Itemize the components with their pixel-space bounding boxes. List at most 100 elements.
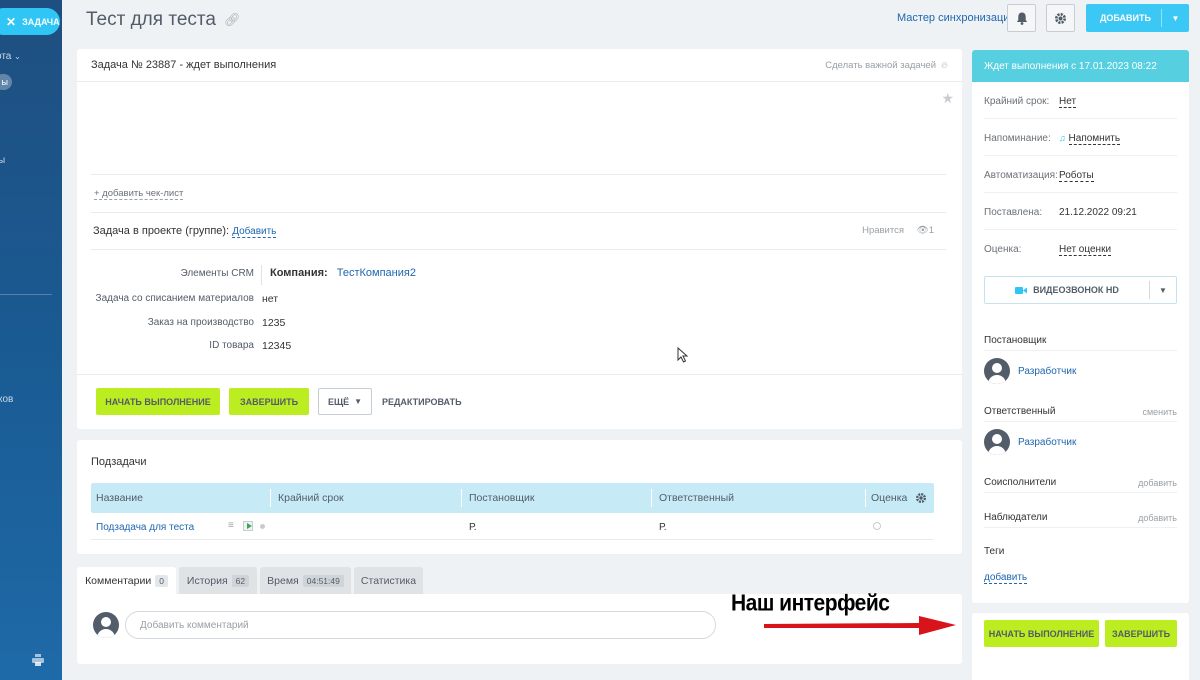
menu-icon[interactable]: ≡ bbox=[228, 520, 234, 531]
play-icon[interactable] bbox=[243, 521, 253, 531]
subtask-creator: Р. bbox=[469, 522, 477, 533]
prop-created-value: 21.12.2022 09:21 bbox=[1059, 207, 1137, 218]
task-pill-label: ЗАДАЧА bbox=[22, 16, 60, 27]
project-add-link[interactable]: Добавить bbox=[232, 226, 277, 238]
task-close-pill[interactable]: ✕ ЗАДАЧА bbox=[0, 8, 60, 35]
gear-icon[interactable] bbox=[915, 492, 927, 504]
tab-comments-label: Комментарии bbox=[85, 574, 152, 587]
more-button[interactable]: ЕЩЁ ▼ bbox=[318, 388, 372, 415]
like-link[interactable]: Нравится bbox=[862, 225, 904, 236]
responsible-person[interactable]: Разработчик bbox=[984, 429, 1076, 455]
column-header-name[interactable]: Название bbox=[96, 492, 143, 504]
link-icon[interactable]: 🔗︎ bbox=[224, 12, 241, 28]
tab-comments-count: 0 bbox=[155, 574, 168, 587]
responsible-name-link[interactable]: Разработчик bbox=[1018, 437, 1076, 448]
subtask-responsible: Р. bbox=[659, 522, 667, 533]
rating-radio[interactable] bbox=[873, 522, 881, 530]
coexecutors-label: Соисполнители bbox=[984, 477, 1057, 488]
prop-reminder-link[interactable]: Напомнить bbox=[1068, 133, 1121, 145]
page-title: Тест для теста 🔗︎ bbox=[86, 9, 240, 31]
red-arrow-icon bbox=[764, 616, 956, 635]
add-coexecutor-link[interactable]: добавить bbox=[1138, 478, 1177, 488]
more-button-label: ЕЩЁ bbox=[327, 396, 350, 407]
printer-icon[interactable] bbox=[32, 654, 44, 666]
column-divider bbox=[865, 489, 866, 507]
make-important-link[interactable]: Сделать важной задачей 🔥︎ bbox=[825, 60, 948, 71]
tab-comments[interactable]: Комментарии 0 bbox=[77, 567, 176, 594]
tab-history-label: История bbox=[186, 574, 228, 587]
prop-reminder-value[interactable]: ♫ Напомнить bbox=[1059, 133, 1121, 145]
gear-icon bbox=[1055, 12, 1066, 24]
sidebar-item-3[interactable]: ков bbox=[0, 394, 13, 405]
column-divider bbox=[651, 489, 652, 507]
task-actions: НАЧАТЬ ВЫПОЛНЕНИЕ ЗАВЕРШИТЬ ЕЩЁ ▼ РЕДАКТ… bbox=[77, 374, 962, 429]
crm-company-link[interactable]: ТестКомпания2 bbox=[337, 267, 416, 279]
column-header-creator[interactable]: Постановщик bbox=[469, 492, 534, 504]
project-row: Задача в проекте (группе): Добавить bbox=[93, 225, 277, 238]
sidebar-item-1[interactable]: ота ⌄ bbox=[0, 51, 21, 62]
column-divider bbox=[461, 489, 462, 507]
creator-name-link[interactable]: Разработчик bbox=[1018, 366, 1076, 377]
add-button-label: ДОБАВИТЬ bbox=[1100, 13, 1151, 23]
video-call-button[interactable]: ВИДЕОЗВОНОК HD ▼ bbox=[984, 276, 1177, 304]
prop-deadline-key: Крайний срок: bbox=[984, 96, 1050, 107]
status-bar: Ждет выполнения с 17.01.2023 08:22 bbox=[972, 50, 1189, 82]
notifications-button[interactable] bbox=[1007, 4, 1036, 32]
tab-history-count: 62 bbox=[231, 574, 250, 587]
divider bbox=[984, 350, 1177, 351]
tab-time[interactable]: Время 04:51:49 bbox=[260, 567, 351, 594]
side-actions-card: НАЧАТЬ ВЫПОЛНЕНИЕ ЗАВЕРШИТЬ bbox=[972, 613, 1189, 680]
creator-person[interactable]: Разработчик bbox=[984, 358, 1076, 384]
field-label-order: Заказ на производство bbox=[147, 317, 254, 328]
divider bbox=[984, 421, 1177, 422]
observers-label: Наблюдатели bbox=[984, 512, 1048, 523]
prop-deadline-value[interactable]: Нет bbox=[1059, 96, 1077, 108]
side-start-button[interactable]: НАЧАТЬ ВЫПОЛНЕНИЕ bbox=[984, 620, 1099, 647]
subtasks-title: Подзадачи bbox=[91, 456, 147, 468]
tab-statistics-label: Статистика bbox=[360, 574, 417, 587]
add-observer-link[interactable]: добавить bbox=[1138, 513, 1177, 523]
task-title: Задача № 23887 - ждет выполнения bbox=[91, 59, 277, 71]
divider bbox=[984, 527, 1177, 528]
prop-created: Поставлена: 21.12.2022 09:21 bbox=[984, 193, 1177, 230]
video-camera-icon bbox=[1015, 286, 1028, 294]
start-button[interactable]: НАЧАТЬ ВЫПОЛНЕНИЕ bbox=[96, 388, 220, 415]
subtask-name-link[interactable]: Подзадача для теста bbox=[96, 522, 194, 533]
video-call-label: ВИДЕОЗВОНОК HD bbox=[985, 285, 1149, 295]
column-header-deadline[interactable]: Крайний срок bbox=[278, 492, 344, 504]
close-icon[interactable]: ✕ bbox=[6, 15, 16, 29]
divider bbox=[91, 174, 946, 175]
status-dot bbox=[260, 524, 265, 529]
avatar bbox=[984, 429, 1010, 455]
column-header-rating[interactable]: Оценка bbox=[871, 492, 907, 504]
prop-automation: Автоматизация: Роботы bbox=[984, 156, 1177, 193]
side-finish-button[interactable]: ЗАВЕРШИТЬ bbox=[1105, 620, 1177, 647]
prop-rating-value[interactable]: Нет оценки bbox=[1059, 244, 1112, 256]
finish-button[interactable]: ЗАВЕРШИТЬ bbox=[229, 388, 309, 415]
chevron-down-icon[interactable]: ▼ bbox=[1150, 286, 1176, 295]
bell-small-icon: ♫ bbox=[1059, 133, 1066, 143]
comment-input[interactable]: Добавить комментарий bbox=[125, 611, 716, 639]
views-counter: 👁︎1 bbox=[917, 225, 934, 236]
sync-master-link[interactable]: Мастер синхронизации bbox=[897, 12, 1016, 24]
tab-time-count: 04:51:49 bbox=[302, 574, 344, 587]
chevron-down-icon[interactable]: ▼ bbox=[1162, 14, 1189, 23]
star-icon[interactable]: ★ bbox=[941, 90, 954, 107]
field-value-product-id: 12345 bbox=[262, 340, 292, 352]
change-responsible-link[interactable]: сменить bbox=[1142, 407, 1177, 417]
prop-automation-value[interactable]: Роботы bbox=[1059, 170, 1094, 182]
tab-statistics[interactable]: Статистика bbox=[354, 567, 423, 594]
divider bbox=[91, 249, 946, 250]
column-header-responsible[interactable]: Ответственный bbox=[659, 492, 734, 504]
add-tag-link[interactable]: добавить bbox=[984, 572, 1028, 584]
field-value-materials: нет bbox=[262, 293, 279, 305]
sidebar-item-2[interactable]: ы bbox=[0, 155, 5, 166]
edit-link[interactable]: РЕДАКТИРОВАТЬ bbox=[382, 397, 462, 407]
views-count: 1 bbox=[928, 225, 934, 236]
add-button[interactable]: ДОБАВИТЬ ▼ bbox=[1086, 4, 1189, 32]
prop-reminder: Напоминание: ♫ Напомнить bbox=[984, 119, 1177, 156]
add-checklist-link[interactable]: + добавить чек-лист bbox=[94, 188, 184, 200]
tab-history[interactable]: История 62 bbox=[179, 567, 257, 594]
settings-button[interactable] bbox=[1046, 4, 1075, 32]
table-row[interactable]: Подзадача для теста ≡ Р. Р. bbox=[91, 514, 934, 540]
